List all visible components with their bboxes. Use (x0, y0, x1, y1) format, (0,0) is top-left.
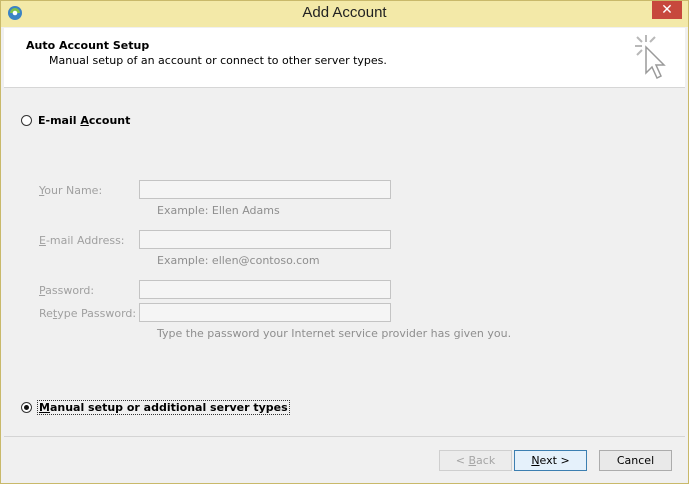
password-hint: Type the password your Internet service … (157, 327, 512, 340)
manual-setup-radio[interactable] (21, 402, 32, 413)
email-address-input[interactable] (139, 230, 391, 249)
retype-password-input[interactable] (139, 303, 391, 322)
password-label: Password: (39, 284, 95, 297)
your-name-input[interactable] (139, 180, 391, 199)
email-address-hint: Example: ellen@contoso.com (157, 254, 320, 267)
email-account-label[interactable]: E-mail Account (38, 114, 130, 127)
close-button[interactable]: ✕ (652, 1, 682, 19)
cancel-button[interactable]: Cancel (599, 450, 672, 471)
header-subtitle: Manual setup of an account or connect to… (49, 54, 387, 67)
add-account-dialog: Add Account ✕ Auto Account Setup Manual … (0, 0, 689, 484)
your-name-hint: Example: Ellen Adams (157, 204, 280, 217)
back-button[interactable]: < Back (439, 450, 512, 471)
footer-divider (4, 436, 685, 437)
retype-password-label: Retype Password: (39, 307, 137, 320)
manual-setup-label[interactable]: Manual setup or additional server types (37, 400, 290, 415)
title-bar[interactable]: Add Account ✕ (1, 1, 688, 27)
email-account-radio[interactable] (21, 115, 32, 126)
email-address-label: E-mail Address: (39, 234, 125, 247)
click-cursor-icon (635, 35, 666, 80)
close-icon: ✕ (661, 2, 673, 18)
password-input[interactable] (139, 280, 391, 299)
header-title: Auto Account Setup (26, 39, 150, 52)
wizard-header: Auto Account Setup Manual setup of an ac… (4, 28, 685, 88)
your-name-label: Your Name: (39, 184, 103, 197)
next-button[interactable]: Next > (514, 450, 587, 471)
window-title: Add Account (302, 4, 387, 21)
